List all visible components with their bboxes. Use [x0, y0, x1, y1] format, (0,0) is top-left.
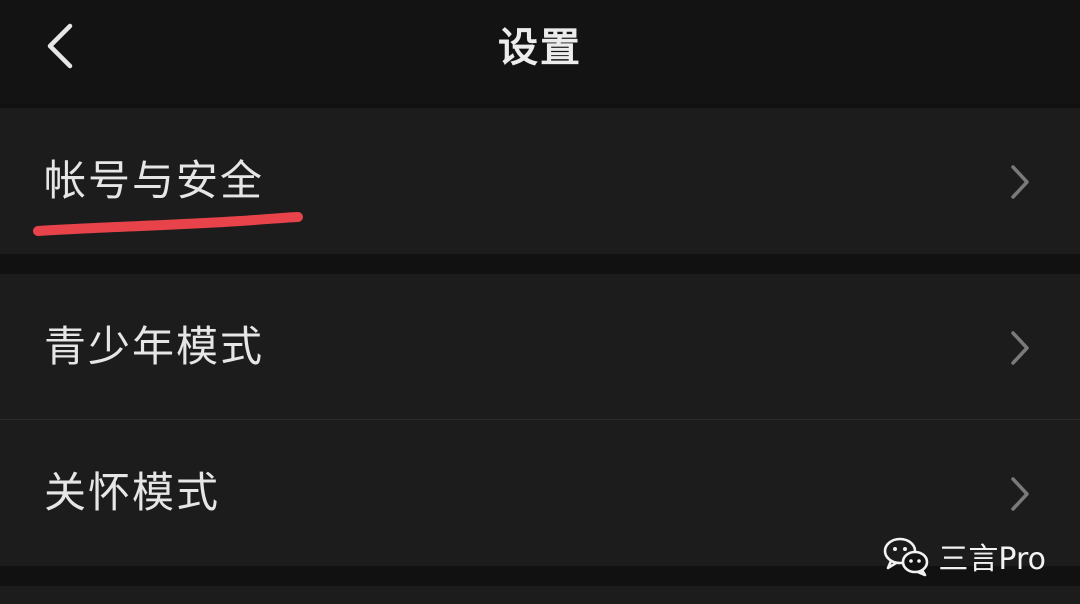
header-bar: 设置	[0, 0, 1080, 104]
settings-group-modes: 青少年模式 关怀模式	[0, 274, 1080, 566]
page-title: 设置	[498, 25, 582, 71]
settings-group-account: 帐号与安全	[0, 108, 1080, 254]
settings-item-label: 关怀模式	[44, 468, 221, 517]
settings-item-label: 青少年模式	[44, 322, 265, 371]
settings-screen: 设置 帐号与安全 青少年模式 关怀模式 三言Pro	[0, 0, 1080, 604]
watermark-text: 三言Pro	[938, 542, 1046, 577]
settings-group-partial	[0, 586, 1080, 604]
watermark: 三言Pro	[882, 530, 1046, 582]
chevron-right-icon	[1000, 472, 1040, 516]
settings-item-teen-mode[interactable]: 青少年模式	[0, 274, 1080, 420]
settings-item-account-security[interactable]: 帐号与安全	[0, 108, 1080, 254]
chevron-right-icon	[1000, 160, 1040, 204]
chevron-right-icon	[1000, 326, 1040, 370]
wechat-icon	[884, 537, 929, 577]
settings-item-label: 帐号与安全	[44, 156, 265, 205]
